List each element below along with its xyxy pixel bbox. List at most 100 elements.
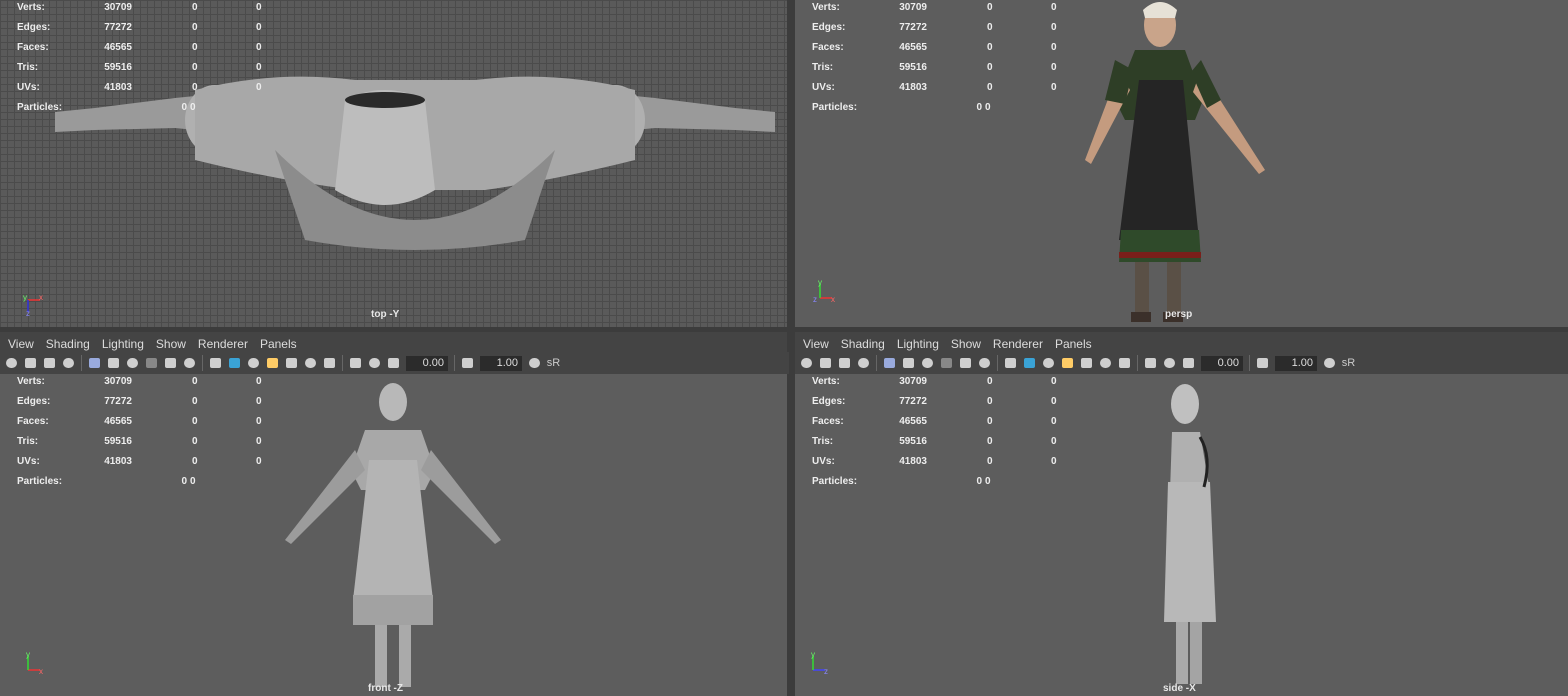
ambient-occlusion-icon[interactable] <box>303 356 318 371</box>
lights-icon[interactable] <box>1060 356 1075 371</box>
uvs-label: UVs: <box>17 82 40 93</box>
uvs-value: 41803 <box>104 82 132 93</box>
field-chart-icon[interactable] <box>958 356 973 371</box>
toolbar-separator <box>342 355 343 371</box>
exposure-icon[interactable] <box>386 356 401 371</box>
viewport-front[interactable]: Verts: 30709 0 0 Edges: 77272 0 0 Faces: 46565 0… <box>0 374 787 696</box>
gate-mask-icon[interactable] <box>144 356 159 371</box>
particles-selected: 0 <box>985 476 991 487</box>
verts-selected: 0 <box>192 2 198 13</box>
image-plane-icon[interactable] <box>61 356 76 371</box>
motion-blur-icon[interactable] <box>322 356 337 371</box>
safe-action-icon[interactable] <box>977 356 992 371</box>
camera-attr-icon[interactable] <box>818 356 833 371</box>
grid-icon[interactable] <box>87 356 102 371</box>
uvs-comp: 0 <box>1051 456 1057 467</box>
verts-comp: 0 <box>256 2 262 13</box>
shadows-icon[interactable] <box>1079 356 1094 371</box>
menu-shading[interactable]: Shading <box>841 337 885 351</box>
gamma-field[interactable]: 1.00 <box>1275 355 1317 371</box>
resolution-gate-icon[interactable] <box>125 356 140 371</box>
vertical-panel-divider[interactable] <box>787 0 795 696</box>
svg-text:x: x <box>39 293 43 302</box>
gamma-icon[interactable] <box>1255 356 1270 371</box>
tris-value: 59516 <box>104 436 132 447</box>
panel-toolbar-side: 0.00 1.00 sR <box>795 352 1568 374</box>
xray-icon[interactable] <box>1143 356 1158 371</box>
motion-blur-icon[interactable] <box>1117 356 1132 371</box>
faces-selected: 0 <box>987 416 993 427</box>
menu-view[interactable]: View <box>8 337 34 351</box>
srgb-toggle[interactable]: sR <box>546 356 561 371</box>
image-plane-icon[interactable] <box>856 356 871 371</box>
menu-show[interactable]: Show <box>951 337 981 351</box>
field-chart-icon[interactable] <box>163 356 178 371</box>
edges-label: Edges: <box>17 396 51 407</box>
exposure-icon[interactable] <box>1181 356 1196 371</box>
isolate-icon[interactable] <box>1162 356 1177 371</box>
edges-comp: 0 <box>256 396 262 407</box>
bookmark-icon[interactable] <box>42 356 57 371</box>
toolbar-separator <box>876 355 877 371</box>
exposure-field[interactable]: 0.00 <box>1201 355 1243 371</box>
camera-label-persp: persp <box>1165 309 1193 320</box>
faces-value: 46565 <box>899 42 927 53</box>
exposure-field[interactable]: 0.00 <box>406 355 448 371</box>
menu-show[interactable]: Show <box>156 337 186 351</box>
edges-selected: 0 <box>987 396 993 407</box>
menu-view[interactable]: View <box>803 337 829 351</box>
menu-renderer[interactable]: Renderer <box>198 337 248 351</box>
gamma-icon[interactable] <box>460 356 475 371</box>
menu-panels[interactable]: Panels <box>1055 337 1092 351</box>
isolate-icon[interactable] <box>367 356 382 371</box>
viewport-top[interactable]: Verts: 30709 0 0 Edges: 77272 0 0 Faces: 46565 0… <box>0 0 787 327</box>
gamma-field[interactable]: 1.00 <box>480 355 522 371</box>
menu-lighting[interactable]: Lighting <box>897 337 939 351</box>
faces-selected: 0 <box>987 42 993 53</box>
wireframe-icon[interactable] <box>1003 356 1018 371</box>
particles-label: Particles: <box>17 476 63 487</box>
edges-label: Edges: <box>812 396 846 407</box>
wireframe-icon[interactable] <box>208 356 223 371</box>
smooth-shade-icon[interactable] <box>227 356 242 371</box>
uvs-value: 41803 <box>899 82 927 93</box>
menu-panels[interactable]: Panels <box>260 337 297 351</box>
tris-comp: 0 <box>256 436 262 447</box>
camera-icon[interactable] <box>799 356 814 371</box>
tris-selected: 0 <box>987 436 993 447</box>
model-front-view <box>285 383 501 687</box>
safe-action-icon[interactable] <box>182 356 197 371</box>
smooth-shade-icon[interactable] <box>1022 356 1037 371</box>
menu-lighting[interactable]: Lighting <box>102 337 144 351</box>
particles-selected: 0 <box>190 476 196 487</box>
srgb-toggle[interactable]: sR <box>1341 356 1356 371</box>
ambient-occlusion-icon[interactable] <box>1098 356 1113 371</box>
gate-mask-icon[interactable] <box>939 356 954 371</box>
camera-attr-icon[interactable] <box>23 356 38 371</box>
color-mgmt-icon[interactable] <box>527 356 542 371</box>
xray-icon[interactable] <box>348 356 363 371</box>
resolution-gate-icon[interactable] <box>920 356 935 371</box>
horizontal-panel-divider[interactable] <box>0 327 1568 332</box>
faces-selected: 0 <box>192 416 198 427</box>
edges-comp: 0 <box>1051 22 1057 33</box>
menu-renderer[interactable]: Renderer <box>993 337 1043 351</box>
bookmark-icon[interactable] <box>837 356 852 371</box>
camera-label-front: front -Z <box>368 683 403 694</box>
camera-icon[interactable] <box>4 356 19 371</box>
menu-shading[interactable]: Shading <box>46 337 90 351</box>
viewport-persp[interactable]: Verts: 30709 0 0 Edges: 77272 0 0 Faces: 46565 0… <box>795 0 1568 327</box>
film-gate-icon[interactable] <box>106 356 121 371</box>
viewport-side[interactable]: Verts: 30709 0 0 Edges: 77272 0 0 Faces: 46565 0… <box>795 374 1568 696</box>
textured-icon[interactable] <box>1041 356 1056 371</box>
uvs-comp: 0 <box>1051 82 1057 93</box>
faces-selected: 0 <box>192 42 198 53</box>
shadows-icon[interactable] <box>284 356 299 371</box>
textured-icon[interactable] <box>246 356 261 371</box>
color-mgmt-icon[interactable] <box>1322 356 1337 371</box>
film-gate-icon[interactable] <box>901 356 916 371</box>
verts-value: 30709 <box>899 2 927 13</box>
lights-icon[interactable] <box>265 356 280 371</box>
edges-value: 77272 <box>104 22 132 33</box>
grid-icon[interactable] <box>882 356 897 371</box>
